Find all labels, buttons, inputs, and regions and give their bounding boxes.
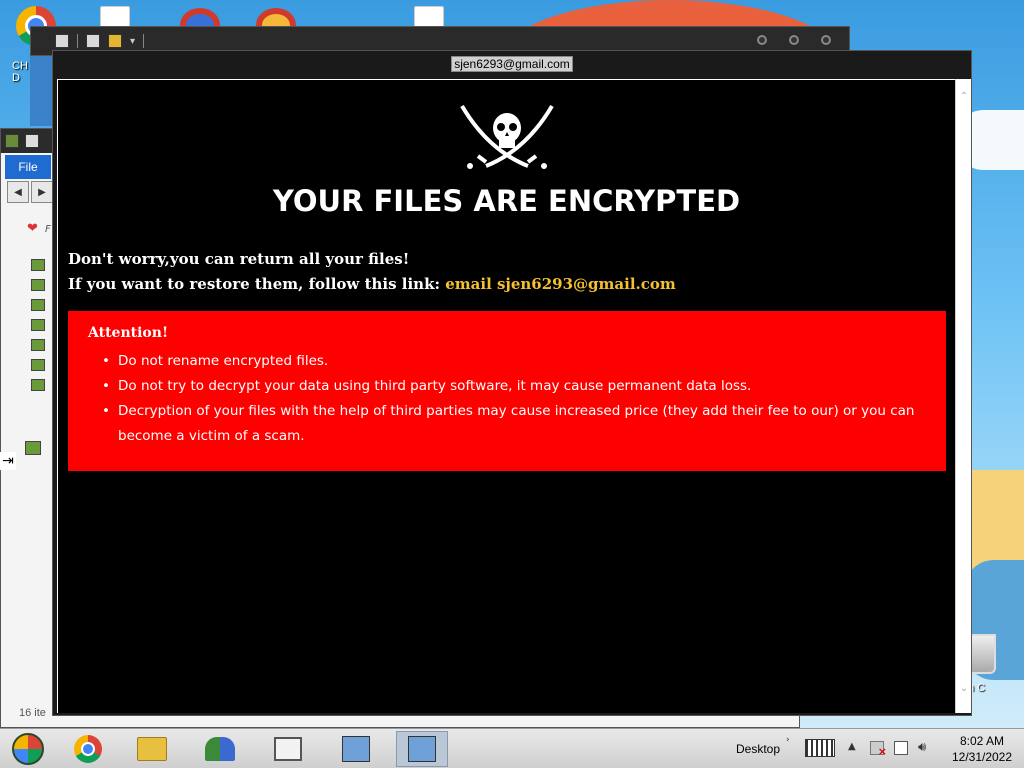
installer-icon [342, 736, 370, 762]
item-count: 16 ite [19, 707, 46, 719]
attention-title: Attention! [88, 325, 169, 341]
ransom-note-window: sjen6293@gmail.com YOUR FILES ARE ENCRYP… [52, 50, 972, 716]
tree-folder-icon[interactable] [31, 359, 45, 371]
skull-crossed-swords-icon [460, 104, 554, 169]
vertical-scrollbar[interactable]: ⌃ ⌄ [955, 79, 971, 713]
close-button[interactable] [821, 35, 831, 45]
tree-folder-icon[interactable] [31, 339, 45, 351]
clock-time: 8:02 AM [959, 734, 1005, 748]
desktop-toolbar-label[interactable]: Desktop [736, 742, 780, 756]
minimize-button[interactable] [757, 35, 767, 45]
volume-icon[interactable]: 🔊︎ [918, 741, 932, 755]
installer-icon [408, 736, 436, 762]
back-icon[interactable]: ◀ [7, 181, 29, 203]
folder-icon [5, 134, 19, 148]
maximize-button[interactable] [789, 35, 799, 45]
attention-box: Attention! Do not rename encrypted files… [68, 311, 946, 471]
forward-icon[interactable]: ▶ [31, 181, 53, 203]
tree-folder-icon[interactable] [31, 259, 45, 271]
window-edge [30, 56, 52, 126]
resize-arrow-icon[interactable]: ⇥ [0, 452, 16, 470]
dropdown-icon[interactable]: ▾ [130, 36, 135, 47]
file-menu[interactable]: File [5, 155, 51, 179]
separator [143, 34, 145, 48]
contact-line: If you want to restore them, follow this… [68, 275, 676, 293]
taskbar-box[interactable] [262, 731, 314, 767]
nav-buttons: ◀ ▶ [7, 181, 53, 203]
note-content: YOUR FILES ARE ENCRYPTED Don't worry,you… [57, 79, 955, 713]
taskbar-explorer[interactable] [126, 731, 178, 767]
properties-icon[interactable] [86, 34, 100, 48]
clock-date: 12/31/2022 [951, 750, 1013, 764]
show-hidden-icons[interactable]: ▲ [848, 741, 856, 752]
taskbar-installer-active[interactable] [396, 731, 448, 767]
tree-folder-icon[interactable] [31, 279, 45, 291]
tree-folder-icon[interactable] [31, 319, 45, 331]
people-icon [205, 737, 235, 761]
start-orb-icon [12, 733, 44, 765]
note-titlebar: sjen6293@gmail.com [53, 51, 971, 77]
contact-email-link[interactable]: email sjen6293@gmail.com [445, 275, 676, 293]
window-icon [55, 34, 69, 48]
tree-folder-icon[interactable] [31, 379, 45, 391]
toolbar-chevron-icon[interactable]: › [786, 735, 790, 745]
attention-item: Decryption of your files with the help o… [102, 399, 926, 449]
action-center-icon[interactable] [870, 741, 887, 758]
window-controls [757, 35, 831, 45]
start-button[interactable] [2, 731, 54, 767]
nav-tree [31, 259, 45, 391]
attention-list: Do not rename encrypted files. Do not tr… [88, 349, 926, 449]
properties-icon[interactable] [25, 134, 39, 148]
note-title: sjen6293@gmail.com [451, 56, 573, 72]
desktop-chrome-label: CH D [12, 60, 28, 84]
scroll-down-icon[interactable]: ⌄ [958, 683, 970, 695]
scroll-up-icon[interactable]: ⌃ [958, 91, 970, 103]
page-title: YOUR FILES ARE ENCRYPTED [272, 184, 741, 218]
taskbar-chrome[interactable] [62, 731, 114, 767]
keyboard-icon[interactable] [805, 739, 835, 757]
contact-prefix: If you want to restore them, follow this… [68, 275, 446, 293]
folder-icon [137, 737, 167, 761]
favorites-heart-icon[interactable]: ❤ [27, 221, 38, 236]
clock[interactable]: 8:02 AM 12/31/2022 [944, 733, 1020, 765]
new-folder-icon[interactable] [108, 34, 122, 48]
attention-item: Do not rename encrypted files. [102, 349, 926, 374]
favorites-label[interactable]: F [45, 224, 51, 235]
network-icon[interactable] [25, 441, 41, 455]
taskbar: Desktop › ▲ 🔊︎ 8:02 AM 12/31/2022 [0, 728, 1024, 768]
taskbar-people[interactable] [194, 731, 246, 767]
chrome-icon [74, 735, 102, 763]
tree-folder-icon[interactable] [31, 299, 45, 311]
taskbar-installer[interactable] [330, 731, 382, 767]
separator [77, 34, 78, 48]
network-icon[interactable] [894, 741, 908, 755]
attention-item: Do not try to decrypt your data using th… [102, 374, 926, 399]
box-icon [274, 737, 302, 761]
intro-line: Don't worry,you can return all your file… [68, 250, 410, 268]
